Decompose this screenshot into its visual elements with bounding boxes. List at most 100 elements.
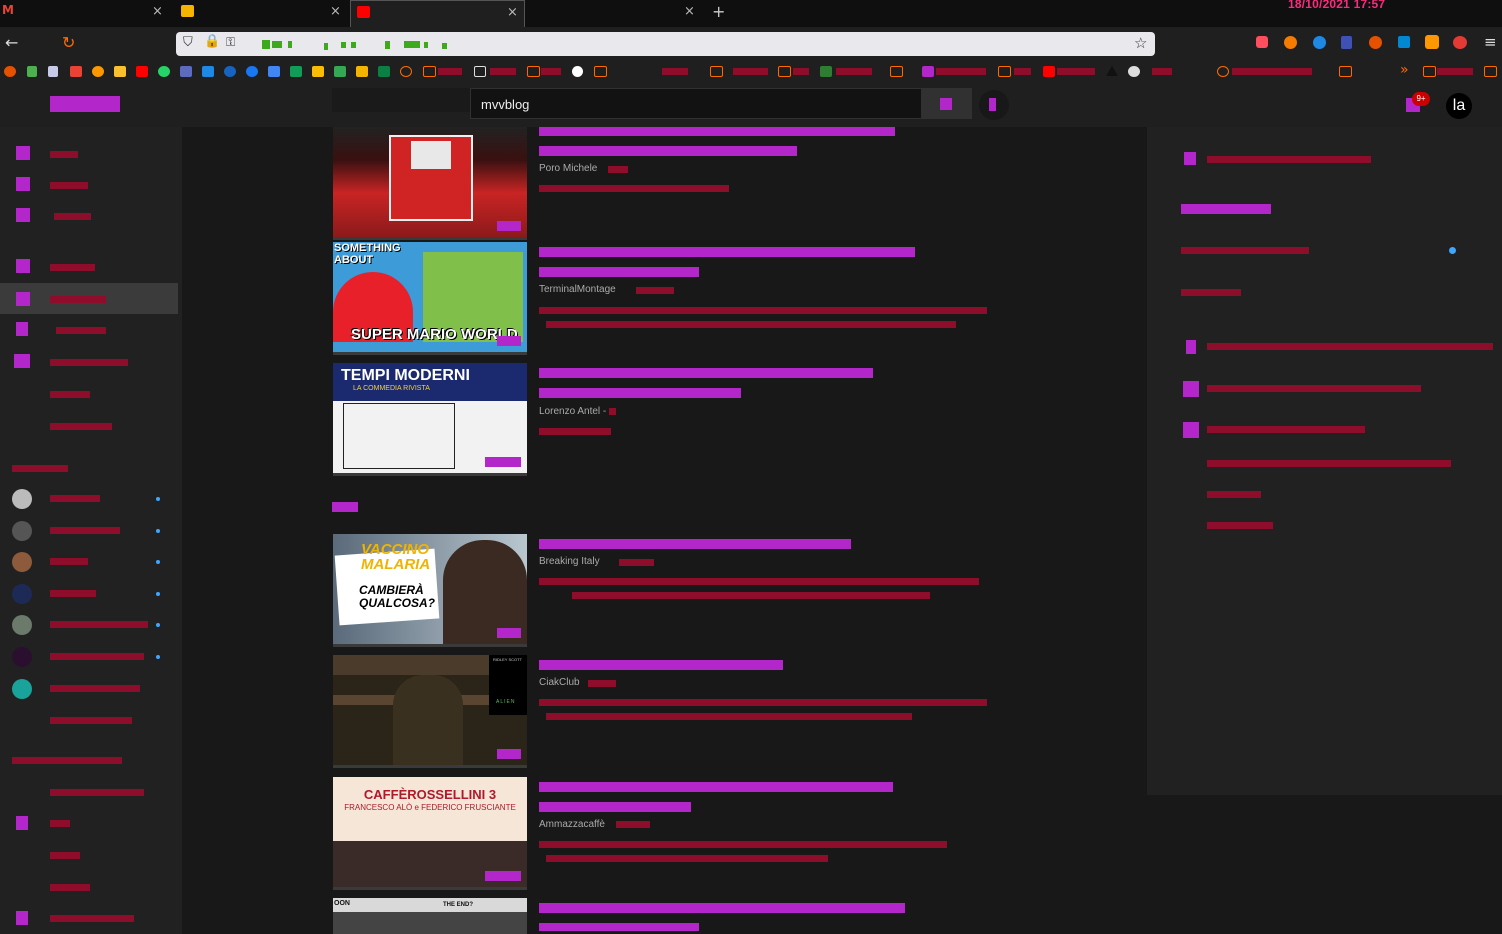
tab-close-icon[interactable]: × [507, 5, 518, 20]
video-title[interactable] [539, 782, 893, 792]
folder-icon[interactable] [1423, 66, 1436, 77]
filter-icon[interactable] [1186, 340, 1196, 354]
extension-icon[interactable] [1398, 36, 1410, 48]
bookmark-icon[interactable] [572, 66, 583, 77]
github-icon[interactable] [1128, 66, 1140, 77]
folder-icon[interactable] [527, 66, 540, 77]
bookmark-icon[interactable] [1106, 66, 1118, 76]
bookmarks-overflow-icon[interactable]: » [1400, 62, 1409, 78]
video-thumbnail[interactable]: OON THE END? [333, 898, 527, 934]
facebook-icon[interactable] [246, 66, 258, 77]
video-thumbnail[interactable]: RIDLEY SCOTT ALIEN [333, 655, 527, 768]
extension-icon[interactable] [1369, 36, 1382, 49]
sidebar-item[interactable] [0, 203, 178, 227]
subscription-item[interactable] [0, 645, 178, 669]
channel-name[interactable]: Ammazzacaffè [539, 819, 605, 830]
filter-icon[interactable] [1183, 381, 1199, 397]
sidebar-item[interactable] [0, 413, 178, 437]
globe-icon[interactable] [1217, 66, 1229, 77]
sidebar-item[interactable] [0, 172, 178, 196]
filter-option[interactable] [1181, 247, 1309, 254]
bookmark-icon[interactable] [92, 66, 104, 77]
folder-icon[interactable] [710, 66, 723, 77]
app-menu-icon[interactable]: ≡ [1484, 33, 1497, 51]
folder-icon[interactable] [998, 66, 1011, 77]
bookmark-icon[interactable] [27, 66, 37, 77]
gmail-bookmark-icon[interactable] [70, 66, 82, 77]
filter-option[interactable] [1207, 343, 1493, 350]
filter-option[interactable] [1207, 426, 1365, 433]
tab-close-icon[interactable]: × [684, 4, 695, 19]
folder-icon[interactable] [890, 66, 903, 77]
youtube-bookmark-icon[interactable] [1043, 66, 1055, 77]
tab-new-empty[interactable]: × [527, 0, 702, 27]
bookmark-icon[interactable] [48, 66, 58, 77]
tab-keep[interactable]: × [174, 0, 348, 27]
folder-icon[interactable] [423, 66, 436, 77]
bookmark-star-icon[interactable]: ☆ [1134, 34, 1147, 52]
bookmark-icon[interactable] [4, 66, 16, 77]
bookmark-icon[interactable] [922, 66, 934, 77]
user-avatar[interactable]: la [1446, 93, 1472, 119]
tab-close-icon[interactable]: × [330, 4, 341, 19]
extension-icon[interactable] [1453, 36, 1467, 49]
sidebar-item[interactable] [0, 876, 178, 900]
filter-option[interactable] [1207, 522, 1273, 529]
tab-close-icon[interactable]: × [152, 4, 163, 19]
subscription-item[interactable] [0, 550, 178, 574]
video-title[interactable] [539, 388, 741, 398]
sidebar-item-active[interactable] [0, 283, 178, 314]
folder-icon[interactable] [778, 66, 791, 77]
youtube-bookmark-icon[interactable] [136, 66, 148, 77]
extension-icon[interactable] [1313, 36, 1326, 49]
video-thumbnail[interactable] [333, 127, 527, 240]
filter-option[interactable] [1181, 289, 1241, 296]
sidebar-item[interactable] [0, 254, 178, 278]
sidebar-item[interactable] [0, 844, 178, 868]
video-title[interactable] [539, 923, 699, 931]
video-title[interactable] [539, 267, 699, 277]
extension-icon[interactable] [1341, 36, 1352, 49]
bookmark-icon[interactable] [224, 66, 236, 77]
folder-icon[interactable] [1339, 66, 1352, 77]
filter-icon[interactable] [1184, 152, 1196, 165]
search-button[interactable] [922, 88, 972, 119]
subscription-item[interactable] [0, 709, 178, 733]
whatsapp-icon[interactable] [158, 66, 170, 77]
new-tab-button[interactable]: + [712, 2, 725, 21]
channel-name[interactable]: Poro Michele [539, 163, 597, 174]
search-input[interactable]: mvvblog [470, 88, 922, 119]
filter-icon[interactable] [1183, 422, 1199, 438]
subscription-item[interactable] [0, 519, 178, 543]
video-title[interactable] [539, 539, 851, 549]
drive-icon[interactable] [312, 66, 324, 77]
channel-name[interactable]: Breaking Italy [539, 556, 600, 567]
bookmark-icon[interactable] [474, 66, 486, 77]
video-thumbnail[interactable]: SOMETHING ABOUT SUPER MARIO WORLD [333, 242, 527, 355]
sidebar-item[interactable] [0, 812, 178, 836]
folder-icon[interactable] [594, 66, 607, 77]
video-title[interactable] [539, 368, 873, 378]
pocket-icon[interactable] [1256, 36, 1268, 48]
tab-gmail[interactable]: M × [0, 0, 174, 27]
video-title[interactable] [539, 146, 797, 156]
filter-option[interactable] [1207, 491, 1261, 498]
bookmark-icon[interactable] [820, 66, 832, 77]
video-thumbnail[interactable]: TEMPI MODERNI LA COMMEDIA RIVISTA [333, 363, 527, 476]
subscription-item[interactable] [0, 582, 178, 606]
bookmark-icon[interactable] [334, 66, 346, 77]
video-thumbnail[interactable]: CAFFÈROSSELLINI 3 FRANCESCO ALÒ e FEDERI… [333, 777, 527, 890]
extension-icon[interactable] [1284, 36, 1297, 49]
filter-option[interactable] [1207, 385, 1421, 392]
subscription-item[interactable] [0, 677, 178, 701]
channel-name[interactable]: Lorenzo Antel - [539, 406, 606, 417]
video-title[interactable] [539, 802, 691, 812]
bookmark-icon[interactable] [378, 66, 390, 77]
folder-icon[interactable] [1484, 66, 1497, 77]
docs-icon[interactable] [268, 66, 280, 77]
tab-youtube-active[interactable]: × [350, 0, 525, 27]
video-title[interactable] [539, 247, 915, 257]
sheets-icon[interactable] [290, 66, 302, 77]
channel-name[interactable]: TerminalMontage [539, 284, 616, 295]
url-bar[interactable]: ⛉ 🔒 ⚿ ☆ [176, 32, 1155, 56]
